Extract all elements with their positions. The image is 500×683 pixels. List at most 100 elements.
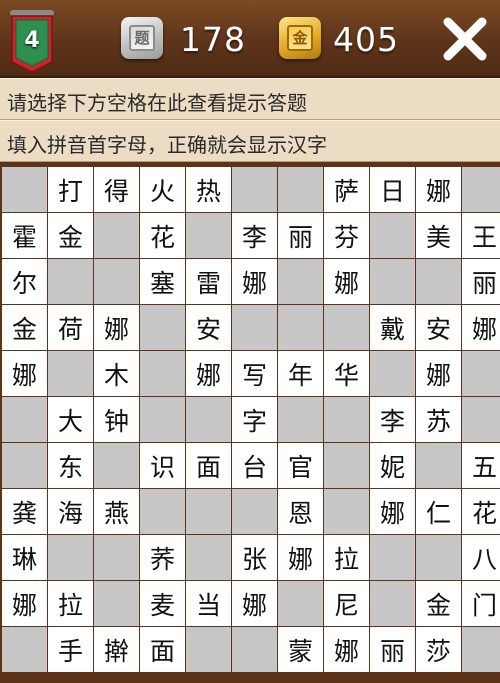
- grid-cell-filled[interactable]: 热: [186, 167, 231, 212]
- grid-cell-filled[interactable]: 琳: [2, 535, 47, 580]
- grid-cell-filled[interactable]: 面: [140, 627, 185, 672]
- gold-coin-button[interactable]: 金: [279, 17, 321, 59]
- grid-cell-filled[interactable]: 识: [140, 443, 185, 488]
- grid-cell-filled[interactable]: 金: [416, 581, 461, 626]
- grid-cell-filled[interactable]: 官: [278, 443, 323, 488]
- grid-cell-filled[interactable]: 苏: [416, 397, 461, 442]
- grid-cell-filled[interactable]: 恩: [278, 489, 323, 534]
- grid-cell-empty[interactable]: [278, 259, 323, 304]
- grid-cell-empty[interactable]: [48, 351, 93, 396]
- grid-cell-filled[interactable]: 娜: [370, 489, 415, 534]
- grid-cell-filled[interactable]: 尼: [324, 581, 369, 626]
- grid-cell-filled[interactable]: 擀: [94, 627, 139, 672]
- grid-cell-filled[interactable]: 萨: [324, 167, 369, 212]
- grid-cell-empty[interactable]: [416, 259, 461, 304]
- grid-cell-filled[interactable]: 台: [232, 443, 277, 488]
- grid-cell-empty[interactable]: [278, 167, 323, 212]
- grid-cell-filled[interactable]: 安: [186, 305, 231, 350]
- grid-cell-filled[interactable]: 八: [462, 535, 500, 580]
- grid-cell-filled[interactable]: 金: [2, 305, 47, 350]
- grid-cell-empty[interactable]: [232, 167, 277, 212]
- grid-cell-empty[interactable]: [324, 397, 369, 442]
- grid-cell-filled[interactable]: 木: [94, 351, 139, 396]
- grid-cell-filled[interactable]: 安: [416, 305, 461, 350]
- grid-cell-empty[interactable]: [94, 259, 139, 304]
- grid-cell-empty[interactable]: [278, 397, 323, 442]
- grid-cell-empty[interactable]: [462, 167, 500, 212]
- grid-cell-filled[interactable]: 娜: [416, 167, 461, 212]
- grid-cell-filled[interactable]: 娜: [94, 305, 139, 350]
- grid-cell-filled[interactable]: 尔: [2, 259, 47, 304]
- grid-cell-filled[interactable]: 娜: [232, 581, 277, 626]
- grid-cell-empty[interactable]: [324, 305, 369, 350]
- grid-cell-filled[interactable]: 丽: [278, 213, 323, 258]
- grid-cell-empty[interactable]: [94, 535, 139, 580]
- grid-cell-filled[interactable]: 金: [48, 213, 93, 258]
- grid-cell-filled[interactable]: 雷: [186, 259, 231, 304]
- grid-cell-filled[interactable]: 日: [370, 167, 415, 212]
- grid-cell-empty[interactable]: [2, 397, 47, 442]
- grid-cell-empty[interactable]: [140, 397, 185, 442]
- grid-cell-filled[interactable]: 丽: [370, 627, 415, 672]
- grid-cell-filled[interactable]: 华: [324, 351, 369, 396]
- grid-cell-empty[interactable]: [186, 397, 231, 442]
- grid-cell-filled[interactable]: 娜: [416, 351, 461, 396]
- grid-cell-filled[interactable]: 张: [232, 535, 277, 580]
- hint-coin-button[interactable]: 题: [121, 17, 163, 59]
- grid-cell-filled[interactable]: 麦: [140, 581, 185, 626]
- grid-cell-filled[interactable]: 李: [370, 397, 415, 442]
- grid-cell-empty[interactable]: [370, 351, 415, 396]
- grid-cell-filled[interactable]: 拉: [48, 581, 93, 626]
- grid-cell-filled[interactable]: 娜: [186, 351, 231, 396]
- grid-cell-filled[interactable]: 芬: [324, 213, 369, 258]
- grid-cell-filled[interactable]: 丽: [462, 259, 500, 304]
- grid-cell-empty[interactable]: [370, 535, 415, 580]
- grid-cell-filled[interactable]: 五: [462, 443, 500, 488]
- grid-cell-empty[interactable]: [278, 305, 323, 350]
- grid-cell-empty[interactable]: [232, 489, 277, 534]
- grid-cell-empty[interactable]: [48, 259, 93, 304]
- grid-cell-filled[interactable]: 娜: [2, 581, 47, 626]
- grid-cell-empty[interactable]: [232, 627, 277, 672]
- grid-cell-filled[interactable]: 娜: [2, 351, 47, 396]
- grid-cell-empty[interactable]: [94, 213, 139, 258]
- grid-cell-filled[interactable]: 手: [48, 627, 93, 672]
- grid-cell-empty[interactable]: [416, 443, 461, 488]
- grid-cell-empty[interactable]: [186, 535, 231, 580]
- grid-cell-filled[interactable]: 门: [462, 581, 500, 626]
- grid-cell-filled[interactable]: 字: [232, 397, 277, 442]
- grid-cell-filled[interactable]: 面: [186, 443, 231, 488]
- grid-cell-empty[interactable]: [370, 213, 415, 258]
- grid-cell-filled[interactable]: 打: [48, 167, 93, 212]
- grid-cell-empty[interactable]: [462, 351, 500, 396]
- grid-cell-filled[interactable]: 娜: [324, 259, 369, 304]
- grid-cell-empty[interactable]: [370, 581, 415, 626]
- grid-cell-empty[interactable]: [2, 627, 47, 672]
- grid-cell-filled[interactable]: 花: [140, 213, 185, 258]
- grid-cell-filled[interactable]: 海: [48, 489, 93, 534]
- grid-cell-filled[interactable]: 美: [416, 213, 461, 258]
- level-badge[interactable]: 4: [6, 6, 58, 74]
- grid-cell-empty[interactable]: [370, 259, 415, 304]
- grid-cell-filled[interactable]: 钟: [94, 397, 139, 442]
- grid-cell-filled[interactable]: 霍: [2, 213, 47, 258]
- grid-cell-filled[interactable]: 莎: [416, 627, 461, 672]
- grid-cell-empty[interactable]: [186, 489, 231, 534]
- grid-cell-empty[interactable]: [278, 581, 323, 626]
- grid-cell-empty[interactable]: [232, 305, 277, 350]
- grid-cell-filled[interactable]: 娜: [462, 305, 500, 350]
- grid-cell-filled[interactable]: 妮: [370, 443, 415, 488]
- grid-cell-filled[interactable]: 燕: [94, 489, 139, 534]
- grid-cell-empty[interactable]: [186, 213, 231, 258]
- grid-cell-filled[interactable]: 仁: [416, 489, 461, 534]
- grid-cell-empty[interactable]: [94, 443, 139, 488]
- grid-cell-empty[interactable]: [140, 351, 185, 396]
- grid-cell-filled[interactable]: 拉: [324, 535, 369, 580]
- grid-cell-filled[interactable]: 大: [48, 397, 93, 442]
- grid-cell-empty[interactable]: [140, 489, 185, 534]
- grid-cell-filled[interactable]: 娜: [278, 535, 323, 580]
- grid-cell-filled[interactable]: 东: [48, 443, 93, 488]
- grid-cell-empty[interactable]: [48, 535, 93, 580]
- grid-cell-filled[interactable]: 当: [186, 581, 231, 626]
- grid-cell-filled[interactable]: 戴: [370, 305, 415, 350]
